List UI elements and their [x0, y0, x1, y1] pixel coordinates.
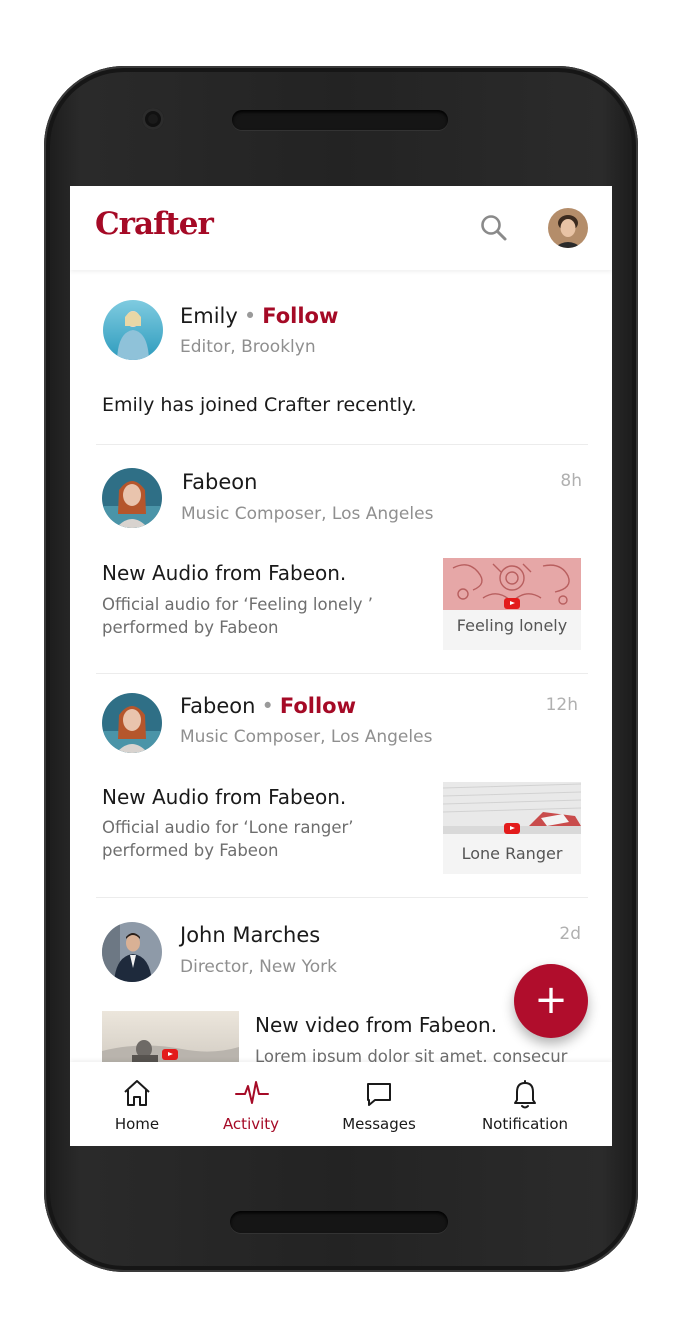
app-screen: Crafter Emily • Follow Editor, Brooklyn …	[70, 186, 612, 1146]
user-name[interactable]: Fabeon	[182, 470, 257, 494]
user-subtitle: Music Composer, Los Angeles	[180, 727, 433, 747]
message-icon	[367, 1083, 391, 1106]
post-title[interactable]: New Audio from Fabeon.	[102, 785, 346, 809]
profile-avatar[interactable]	[548, 208, 588, 248]
post-title[interactable]: New Audio from Fabeon.	[102, 561, 346, 585]
divider	[96, 897, 588, 898]
youtube-icon	[504, 823, 520, 834]
separator-dot: •	[261, 694, 274, 718]
nav-label: Messages	[342, 1115, 416, 1133]
user-subtitle: Director, New York	[180, 957, 337, 977]
activity-icon	[235, 1081, 269, 1104]
video-thumbnail[interactable]	[102, 1011, 239, 1062]
nav-activity[interactable]: Activity	[191, 1062, 311, 1146]
activity-text: Emily has joined Crafter recently.	[102, 394, 417, 416]
thumbnail-caption: Lone Ranger	[461, 844, 563, 863]
user-name[interactable]: John Marches	[180, 923, 320, 947]
post-description: Lorem ipsum dolor sit amet, consecur	[255, 1047, 568, 1062]
nav-label: Home	[114, 1115, 160, 1133]
avatar[interactable]	[102, 922, 162, 982]
front-camera	[142, 108, 164, 130]
user-subtitle: Editor, Brooklyn	[180, 337, 316, 357]
follow-button[interactable]: Follow	[262, 304, 338, 328]
nav-home[interactable]: Home	[77, 1062, 197, 1146]
nav-label: Notification	[481, 1115, 569, 1133]
thumbnail-caption: Feeling lonely	[456, 616, 568, 635]
media-thumbnail[interactable]: Lone Ranger	[443, 782, 581, 874]
search-icon	[481, 215, 507, 241]
timestamp: 8h	[560, 471, 582, 491]
search-button[interactable]	[478, 212, 510, 244]
activity-feed: Emily • Follow Editor, Brooklyn Emily has …	[70, 270, 612, 1062]
divider	[96, 673, 588, 674]
user-name[interactable]: Fabeon	[180, 694, 255, 718]
post-description: Official audio for ‘Lone ranger’ perform…	[102, 818, 354, 860]
user-name[interactable]: Emily	[180, 304, 238, 328]
home-icon	[124, 1080, 150, 1106]
user-subtitle: Music Composer, Los Angeles	[181, 504, 434, 524]
nav-label: Activity	[222, 1115, 280, 1133]
follow-button[interactable]: Follow	[280, 694, 356, 718]
nav-notification[interactable]: Notification	[465, 1062, 585, 1146]
post-description: Official audio for ‘Feeling lonely ’ per…	[102, 595, 374, 637]
create-post-button[interactable]: +	[514, 964, 588, 1038]
bottom-speaker	[230, 1211, 448, 1233]
post-title[interactable]: New video from Fabeon.	[255, 1013, 497, 1037]
bell-icon	[514, 1080, 536, 1109]
separator-dot: •	[243, 304, 257, 328]
nav-messages[interactable]: Messages	[319, 1062, 439, 1146]
timestamp: 12h	[545, 695, 578, 715]
youtube-icon	[504, 598, 520, 609]
media-thumbnail[interactable]: Feeling lonely	[443, 558, 581, 650]
avatar[interactable]	[103, 300, 163, 360]
app-logo[interactable]: Crafter	[95, 206, 214, 242]
earpiece-speaker	[232, 110, 448, 130]
divider	[96, 444, 588, 445]
avatar[interactable]	[102, 468, 162, 528]
bottom-navigation: Home Activity Messages Notification	[70, 1062, 612, 1146]
app-bar: Crafter	[70, 186, 612, 270]
timestamp: 2d	[559, 924, 581, 944]
avatar[interactable]	[102, 693, 162, 753]
youtube-icon	[162, 1049, 178, 1060]
